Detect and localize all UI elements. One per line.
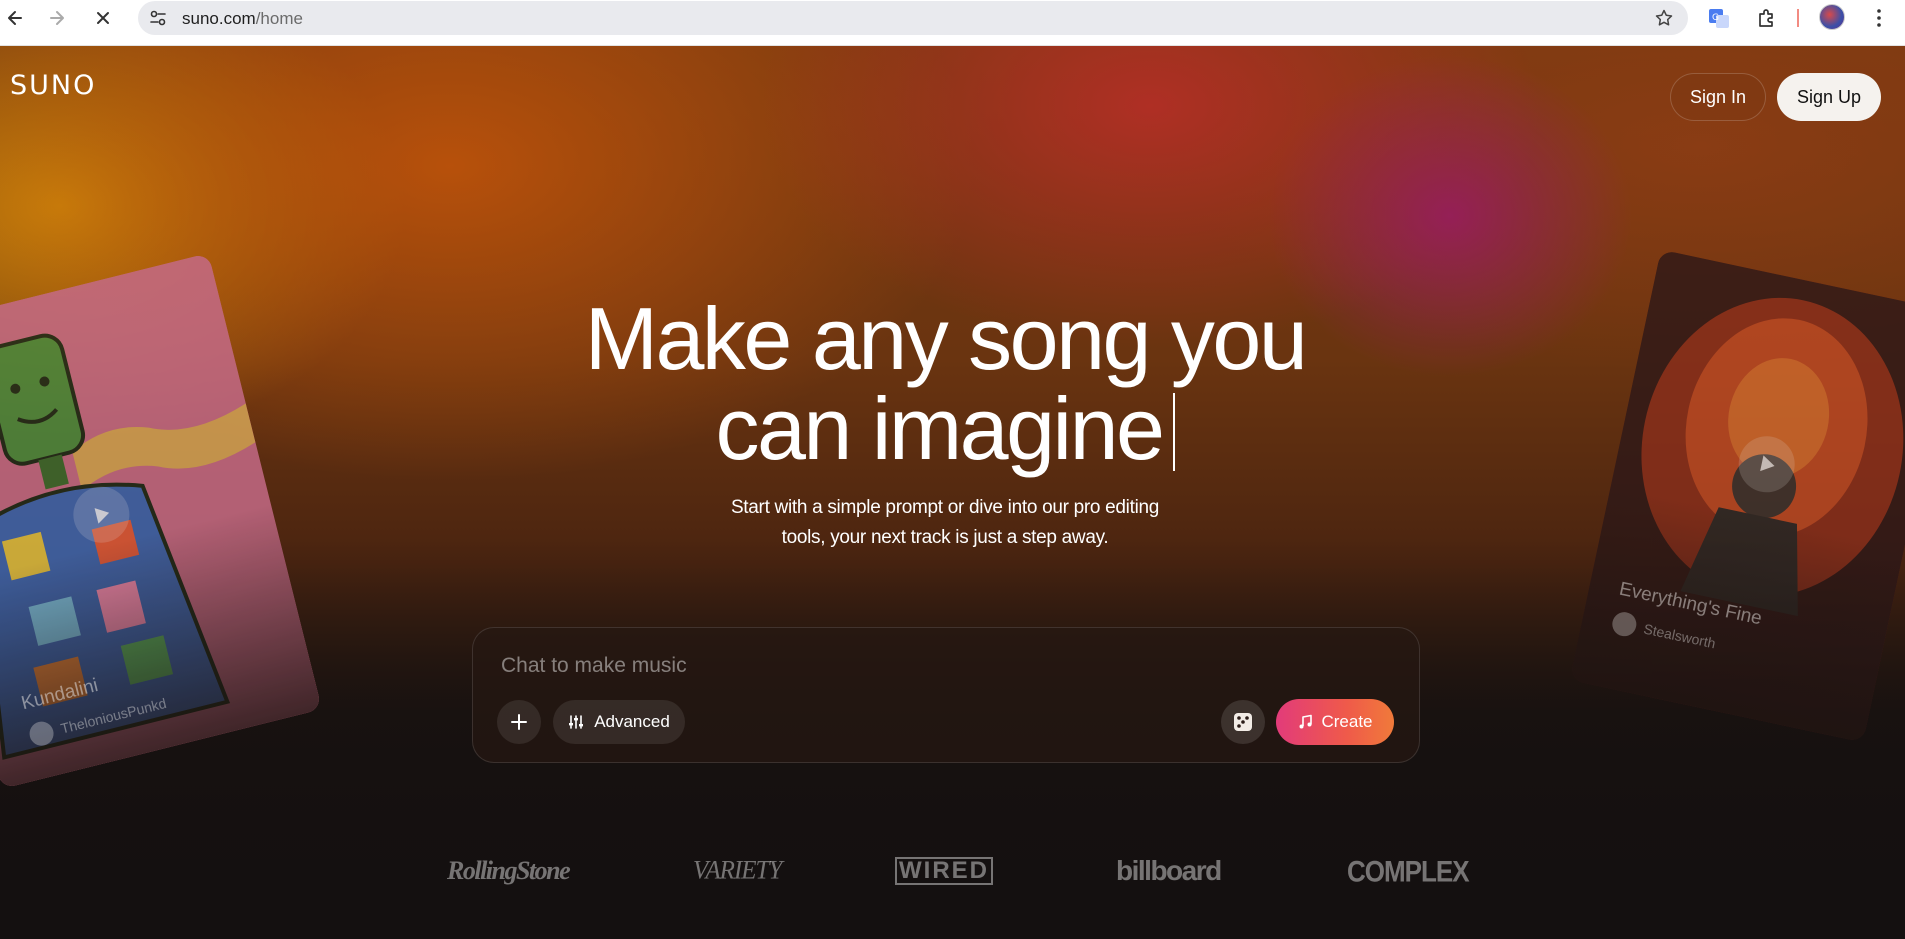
rolling-stone-logo: RollingStone	[447, 856, 571, 885]
random-prompt-button[interactable]	[1221, 700, 1265, 744]
variety-logo: VARIETY	[693, 856, 782, 885]
plus-icon	[511, 714, 527, 730]
create-label: Create	[1321, 712, 1373, 731]
prompt-composer: Advanced Create	[472, 627, 1420, 763]
forward-arrow-icon[interactable]	[42, 3, 72, 33]
complex-logo: COMPLEX	[1347, 853, 1470, 888]
dice-icon	[1234, 713, 1252, 731]
star-icon[interactable]	[1654, 8, 1674, 28]
headline-line-1: Make any song you	[584, 289, 1308, 388]
suno-logo[interactable]: SUNO	[10, 70, 96, 101]
advanced-label: Advanced	[594, 712, 670, 731]
add-button[interactable]	[497, 700, 541, 744]
sign-in-button[interactable]: Sign In	[1670, 73, 1766, 121]
subtitle-line-2: tools, your next track is just a step aw…	[781, 527, 1109, 548]
advanced-button[interactable]: Advanced	[553, 700, 685, 744]
address-bar[interactable]: suno.com/home	[138, 1, 1688, 35]
sign-up-button[interactable]: Sign Up	[1777, 73, 1881, 121]
subtitle-line-1: Start with a simple prompt or dive into …	[730, 497, 1160, 518]
profile-avatar[interactable]	[1819, 4, 1845, 30]
url-path: /home	[255, 9, 303, 28]
music-note-icon	[1299, 714, 1313, 729]
wired-wordmark: WIRED	[895, 857, 993, 885]
chat-input[interactable]	[501, 654, 1201, 678]
artist-avatar	[1610, 609, 1639, 639]
back-arrow-icon[interactable]	[0, 3, 30, 33]
billboard-logo: billboard	[1116, 855, 1222, 886]
hero-headline: Make any song you can imagine	[0, 294, 1890, 474]
browser-toolbar: suno.com/home G	[0, 0, 1905, 46]
puzzle-icon[interactable]	[1754, 5, 1780, 31]
create-button[interactable]: Create	[1276, 699, 1394, 745]
translate-icon[interactable]: G	[1706, 5, 1732, 31]
tune-icon[interactable]	[148, 8, 168, 28]
headline-line-2: can imagine	[715, 379, 1165, 478]
svg-text:G: G	[1712, 13, 1719, 23]
kebab-menu-icon[interactable]	[1866, 5, 1892, 31]
hero-subtitle: Start with a simple prompt or dive into …	[0, 493, 1890, 553]
text-cursor	[1172, 393, 1175, 471]
url-host: suno.com	[182, 9, 256, 28]
sliders-icon	[569, 715, 584, 729]
wired-logo: WIRED	[895, 853, 995, 889]
close-icon[interactable]	[88, 3, 118, 33]
hero-section: SUNO Sign In Sign Up Kundalini Theloniou…	[0, 46, 1905, 939]
toolbar-divider	[1797, 9, 1799, 27]
url-text[interactable]: suno.com/home	[182, 9, 303, 29]
